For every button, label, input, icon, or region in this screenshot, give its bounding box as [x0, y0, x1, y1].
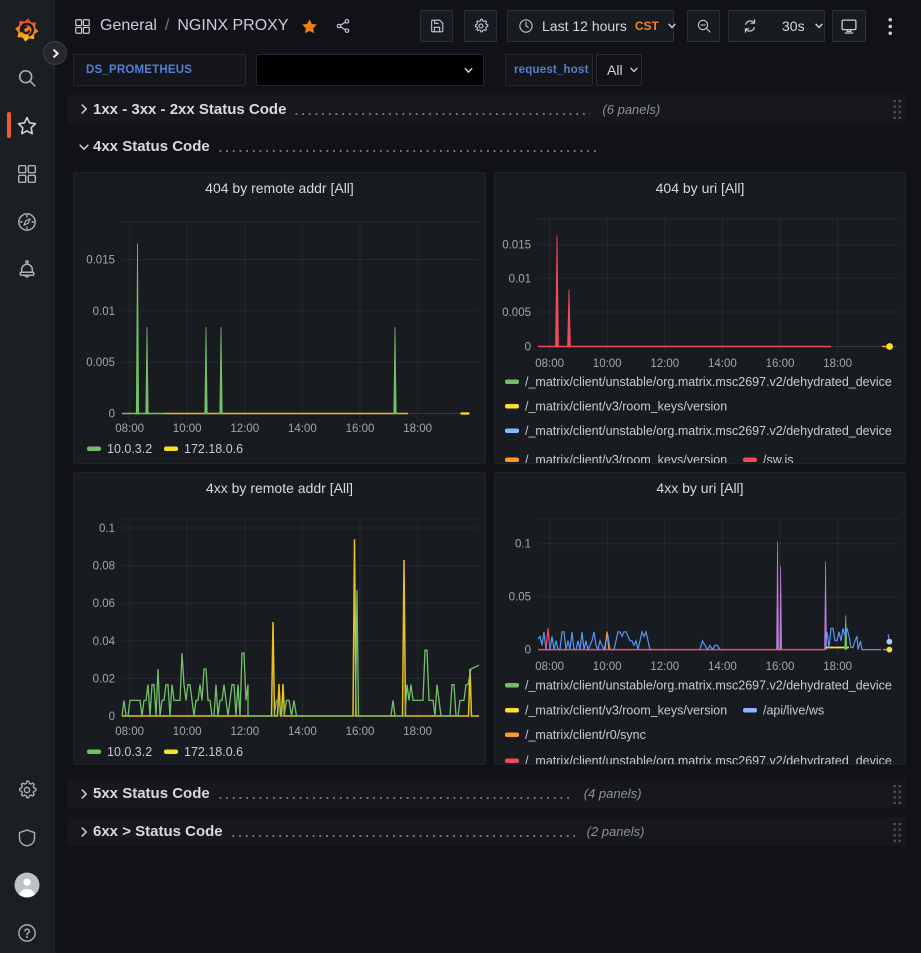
svg-text:0.1: 0.1	[515, 539, 531, 551]
svg-text:172.18.0.6: 172.18.0.6	[184, 745, 243, 759]
svg-text:0.1: 0.1	[99, 523, 115, 535]
svg-text:16:00: 16:00	[346, 423, 375, 435]
svg-text:10.0.3.2: 10.0.3.2	[107, 442, 152, 456]
svg-text:10:00: 10:00	[593, 661, 622, 673]
svg-text:0.04: 0.04	[93, 636, 116, 648]
svg-text:172.18.0.6: 172.18.0.6	[184, 442, 243, 456]
svg-text:14:00: 14:00	[288, 726, 317, 738]
svg-text:10:00: 10:00	[173, 726, 202, 738]
svg-text:0.06: 0.06	[93, 598, 115, 610]
svg-text:16:00: 16:00	[346, 726, 375, 738]
svg-text:08:00: 08:00	[535, 358, 564, 370]
svg-text:14:00: 14:00	[708, 358, 737, 370]
svg-text:10:00: 10:00	[173, 423, 202, 435]
svg-text:18:00: 18:00	[403, 726, 432, 738]
svg-text:0.015: 0.015	[502, 240, 531, 252]
svg-text:18:00: 18:00	[823, 661, 852, 673]
svg-text:/_matrix/client/v3/room_keys/v: /_matrix/client/v3/room_keys/version	[525, 453, 727, 464]
svg-text:10:00: 10:00	[593, 358, 622, 370]
svg-text:18:00: 18:00	[823, 358, 852, 370]
svg-text:14:00: 14:00	[288, 423, 317, 435]
svg-text:0: 0	[525, 342, 531, 354]
svg-text:0.02: 0.02	[93, 673, 115, 685]
svg-text:/_matrix/client/r0/sync: /_matrix/client/r0/sync	[525, 728, 646, 742]
svg-text:0.01: 0.01	[93, 306, 115, 318]
svg-text:0.005: 0.005	[86, 357, 115, 369]
svg-text:08:00: 08:00	[115, 423, 144, 435]
svg-text:0.015: 0.015	[86, 255, 115, 267]
svg-text:0.08: 0.08	[93, 561, 115, 573]
svg-text:/_matrix/client/unstable/org.m: /_matrix/client/unstable/org.matrix.msc2…	[525, 424, 892, 438]
svg-text:12:00: 12:00	[230, 726, 259, 738]
svg-text:16:00: 16:00	[766, 358, 795, 370]
svg-text:14:00: 14:00	[708, 661, 737, 673]
svg-text:08:00: 08:00	[535, 661, 564, 673]
svg-text:12:00: 12:00	[650, 358, 679, 370]
svg-text:08:00: 08:00	[115, 726, 144, 738]
svg-text:0.005: 0.005	[502, 307, 531, 319]
svg-text:/_matrix/client/unstable/org.m: /_matrix/client/unstable/org.matrix.msc2…	[525, 754, 892, 765]
svg-text:12:00: 12:00	[650, 661, 679, 673]
svg-text:/_matrix/client/unstable/org.m: /_matrix/client/unstable/org.matrix.msc2…	[525, 679, 892, 693]
svg-text:/_matrix/client/v3/room_keys/v: /_matrix/client/v3/room_keys/version	[525, 400, 727, 414]
svg-text:/_matrix/client/v3/room_keys/v: /_matrix/client/v3/room_keys/version	[525, 704, 727, 718]
svg-text:12:00: 12:00	[230, 423, 259, 435]
svg-text:10.0.3.2: 10.0.3.2	[107, 745, 152, 759]
svg-text:0.01: 0.01	[509, 273, 531, 285]
svg-text:18:00: 18:00	[403, 423, 432, 435]
svg-text:0: 0	[109, 711, 115, 723]
svg-text:/sw.js: /sw.js	[763, 453, 794, 464]
svg-text:0: 0	[109, 409, 115, 421]
svg-text:/api/live/ws: /api/live/ws	[763, 704, 824, 718]
svg-text:16:00: 16:00	[766, 661, 795, 673]
svg-text:/_matrix/client/unstable/org.m: /_matrix/client/unstable/org.matrix.msc2…	[525, 375, 892, 389]
svg-text:0.05: 0.05	[509, 592, 531, 604]
svg-text:0: 0	[525, 645, 531, 657]
